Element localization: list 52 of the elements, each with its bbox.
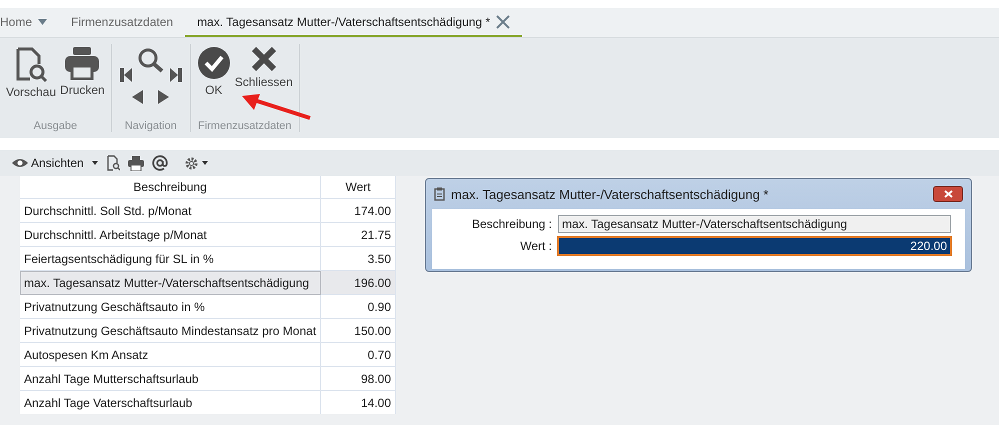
arrow-drawing xyxy=(240,92,312,122)
dropdown-icon xyxy=(202,161,208,165)
table-cell: Privatnutzung Geschäftsauto Mindestansatz pro Monat xyxy=(20,318,321,342)
table-cell: Anzahl Tage Vaterschaftsurlaub xyxy=(20,390,321,414)
table-cell: 0.90 xyxy=(320,294,396,318)
table-cell: max. Tagesansatz Mutter-/Vaterschaftsentschädigung xyxy=(20,270,321,294)
ribbon-button[interactable]: Drucken xyxy=(60,44,105,120)
table-cell: 21.75 xyxy=(320,222,396,246)
close-icon xyxy=(944,190,952,198)
ribbon-button[interactable]: Schliessen xyxy=(234,44,293,120)
clipboard-icon xyxy=(434,187,445,201)
table-cell: 174.00 xyxy=(320,198,396,222)
column-header[interactable]: Wert xyxy=(320,176,396,198)
table-cell: Anzahl Tage Mutterschaftsurlaub xyxy=(20,366,321,390)
close-icon[interactable] xyxy=(496,14,510,28)
group-label: Firmenzusatzdaten xyxy=(198,120,292,132)
field-label: Wert : xyxy=(519,239,552,253)
check-icon xyxy=(196,46,231,80)
table-cell: Autospesen Km Ansatz xyxy=(20,342,321,366)
table-cell: 150.00 xyxy=(320,318,396,342)
views-button[interactable]: Ansichten xyxy=(12,156,84,170)
tab[interactable]: Home xyxy=(0,8,60,37)
column-header[interactable]: Beschreibung xyxy=(20,176,321,198)
dialog-title: max. Tagesansatz Mutter-/Vaterschaftsentschädigung * xyxy=(451,186,768,202)
table-cell: Privatnutzung Geschäftsauto in % xyxy=(20,294,321,318)
document-search-icon[interactable] xyxy=(106,155,120,171)
input-field[interactable]: max. Tagesansatz Mutter-/Vaterschaftsentschädigung xyxy=(558,215,951,233)
field-label: Beschreibung : xyxy=(470,217,552,231)
tab[interactable]: Firmenzusatzdaten xyxy=(59,8,186,37)
group-label: Ausgabe xyxy=(34,120,78,132)
email-icon[interactable] xyxy=(152,155,168,171)
table-cell: Durchschnittl. Soll Std. p/Monat xyxy=(20,198,321,222)
ribbon-button[interactable]: OK xyxy=(196,44,231,120)
printer-icon[interactable] xyxy=(128,156,144,170)
table-cell: 98.00 xyxy=(320,366,396,390)
close-button[interactable] xyxy=(933,186,963,202)
group-label: Navigation xyxy=(124,120,177,132)
input-field[interactable]: 220.00 xyxy=(558,237,951,255)
table-cell: Feiertagsentschädigung für SL in % xyxy=(20,246,321,270)
table-cell: 196.00 xyxy=(320,270,396,294)
settings-button[interactable] xyxy=(184,156,208,170)
table-cell: Durchschnittl. Arbeitstage p/Monat xyxy=(20,222,321,246)
close-icon xyxy=(250,46,277,72)
document-search-icon xyxy=(14,46,48,82)
settings-icon xyxy=(184,156,199,170)
dropdown-icon[interactable] xyxy=(92,161,98,165)
dropdown-icon xyxy=(38,18,48,24)
eye-icon xyxy=(12,158,28,168)
table-cell: 14.00 xyxy=(320,390,396,414)
ribbon-button[interactable]: Vorschau xyxy=(6,44,56,120)
table-cell: 0.70 xyxy=(320,342,396,366)
printer-icon xyxy=(64,46,100,80)
